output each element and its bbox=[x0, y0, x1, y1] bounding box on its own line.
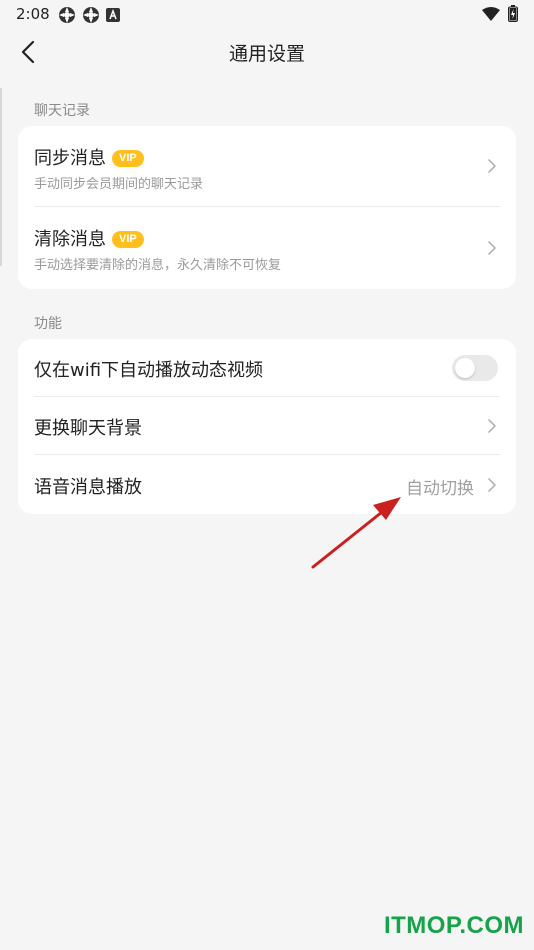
row-chat-background[interactable]: 更换聊天背景 bbox=[18, 397, 516, 455]
row-title-clear-messages: 清除消息 bbox=[34, 229, 106, 250]
toggle-knob bbox=[455, 358, 475, 378]
card-features: 仅在wifi下自动播放动态视频 更换聊天背景 语音消息播放 自动切换 bbox=[18, 339, 516, 514]
a-notification-icon bbox=[106, 8, 120, 22]
section-title-chat-history: 聊天记录 bbox=[34, 103, 90, 119]
row-clear-messages[interactable]: 清除消息 VIP 手动选择要清除的消息，永久清除不可恢复 bbox=[18, 207, 516, 289]
row-sync-messages[interactable]: 同步消息 VIP 手动同步会员期间的聊天记录 bbox=[18, 126, 516, 207]
status-time: 2:08 bbox=[16, 5, 50, 23]
row-subtitle-clear-messages: 手动选择要清除的消息，永久清除不可恢复 bbox=[34, 258, 282, 273]
app-notification-icon bbox=[59, 7, 75, 23]
battery-charging-icon bbox=[508, 5, 518, 22]
vip-badge: VIP bbox=[112, 231, 144, 248]
chevron-right-icon bbox=[488, 419, 496, 433]
chevron-right-icon bbox=[488, 159, 496, 173]
row-title-voice-playback: 语音消息播放 bbox=[34, 477, 142, 498]
row-subtitle-sync-messages: 手动同步会员期间的聊天记录 bbox=[34, 177, 204, 192]
row-title-wifi-autoplay: 仅在wifi下自动播放动态视频 bbox=[34, 360, 264, 381]
section-title-features: 功能 bbox=[34, 316, 62, 332]
row-title-sync-messages: 同步消息 bbox=[34, 148, 106, 169]
row-wifi-autoplay: 仅在wifi下自动播放动态视频 bbox=[18, 339, 516, 397]
row-voice-playback[interactable]: 语音消息播放 自动切换 bbox=[18, 455, 516, 514]
vip-badge: VIP bbox=[112, 150, 144, 167]
wifi-autoplay-toggle[interactable] bbox=[452, 355, 498, 381]
nav-bar: 通用设置 bbox=[0, 28, 534, 76]
app-notification-icon bbox=[83, 7, 99, 23]
page-title: 通用设置 bbox=[228, 43, 305, 65]
row-title-chat-background: 更换聊天背景 bbox=[34, 418, 142, 439]
watermark: ITMOP.COM bbox=[383, 912, 524, 939]
left-edge-divider bbox=[0, 88, 2, 266]
wifi-icon bbox=[482, 6, 500, 21]
status-bar: 2:08 bbox=[0, 0, 534, 28]
card-chat-history: 同步消息 VIP 手动同步会员期间的聊天记录 清除消息 VIP 手动选择要清除的消息… bbox=[18, 126, 516, 289]
chevron-right-icon bbox=[488, 478, 496, 492]
voice-playback-value: 自动切换 bbox=[406, 479, 474, 499]
chevron-right-icon bbox=[488, 241, 496, 255]
